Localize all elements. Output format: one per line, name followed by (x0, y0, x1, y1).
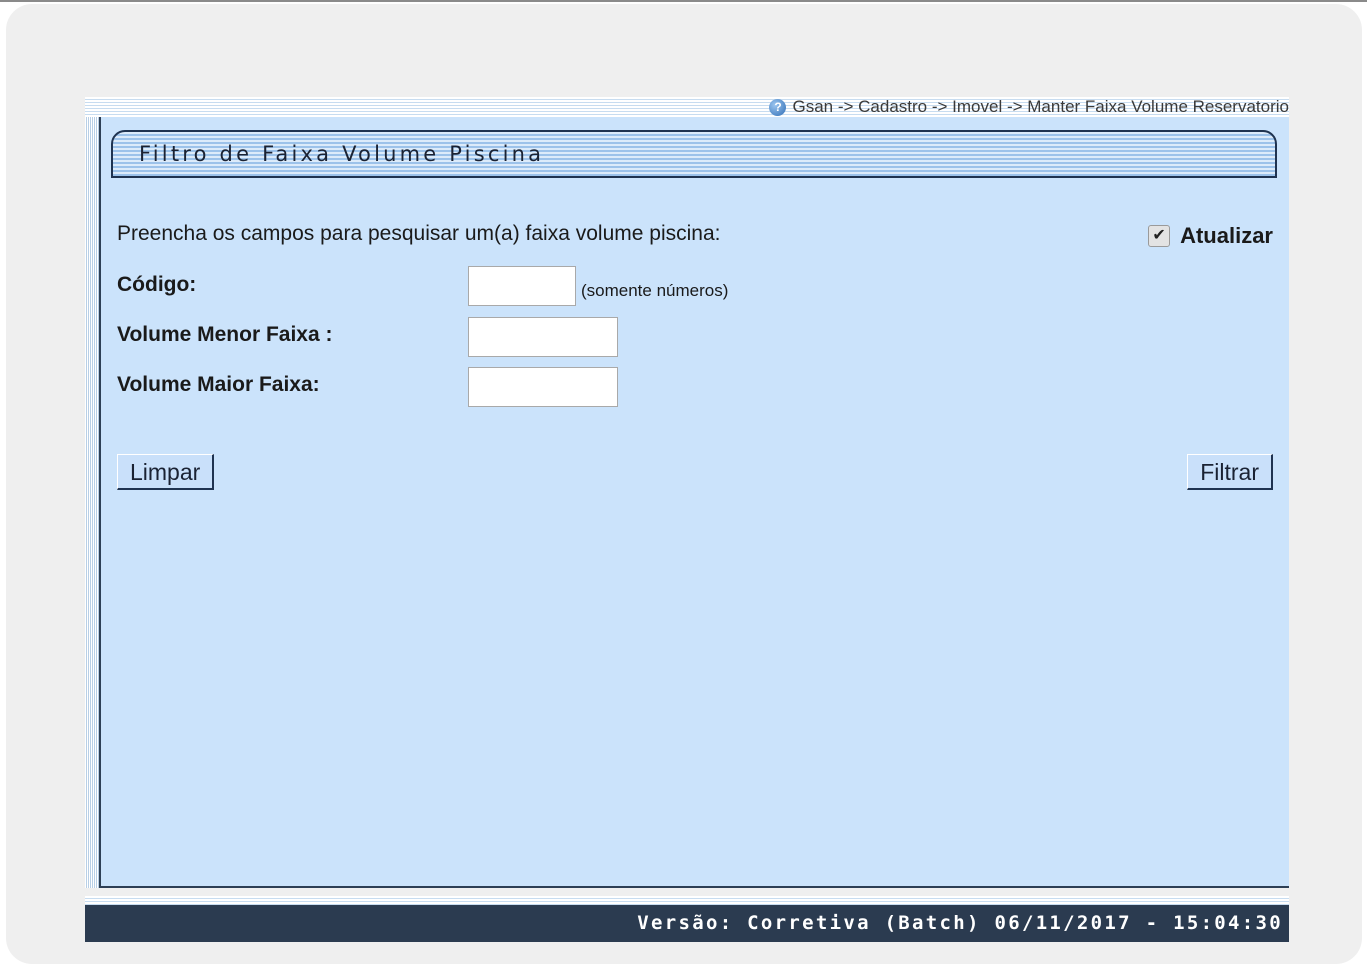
filter-button[interactable]: Filtrar (1187, 454, 1273, 490)
panel-bottom-border (99, 886, 1289, 888)
top-rule (0, 0, 1367, 2)
help-icon[interactable]: ? (769, 98, 787, 116)
update-checkbox[interactable]: ✔ (1148, 225, 1171, 247)
update-label: Atualizar (1180, 223, 1273, 248)
version-bar: Versão: Corretiva (Batch) 06/11/2017 - 1… (85, 905, 1289, 942)
max-volume-label: Volume Maior Faixa: (117, 373, 320, 396)
min-volume-input[interactable] (468, 317, 618, 357)
breadcrumb-text: Gsan -> Cadastro -> Imovel -> Manter Fai… (792, 97, 1289, 116)
filter-form-panel: Filtro de Faixa Volume Piscina Preencha … (85, 117, 1289, 888)
max-volume-input[interactable] (468, 367, 618, 407)
code-label: Código: (117, 273, 197, 296)
form-title-tab: Filtro de Faixa Volume Piscina (111, 130, 1277, 178)
code-hint: (somente números) (581, 281, 729, 300)
left-stripe (85, 117, 101, 888)
breadcrumb-bar: ? Gsan -> Cadastro -> Imovel -> Manter F… (85, 97, 1289, 117)
footer-stripe (85, 896, 1289, 905)
page-title: Filtro de Faixa Volume Piscina (139, 142, 545, 166)
update-option[interactable]: ✔ Atualizar (1148, 223, 1273, 249)
version-text: Versão: Corretiva (Batch) 06/11/2017 - 1… (637, 912, 1283, 934)
code-input[interactable] (468, 266, 576, 306)
clear-button[interactable]: Limpar (117, 454, 215, 490)
min-volume-label: Volume Menor Faixa : (117, 323, 333, 346)
form-instructions: Preencha os campos para pesquisar um(a) … (117, 222, 721, 245)
breadcrumb: ? Gsan -> Cadastro -> Imovel -> Manter F… (765, 97, 1289, 117)
